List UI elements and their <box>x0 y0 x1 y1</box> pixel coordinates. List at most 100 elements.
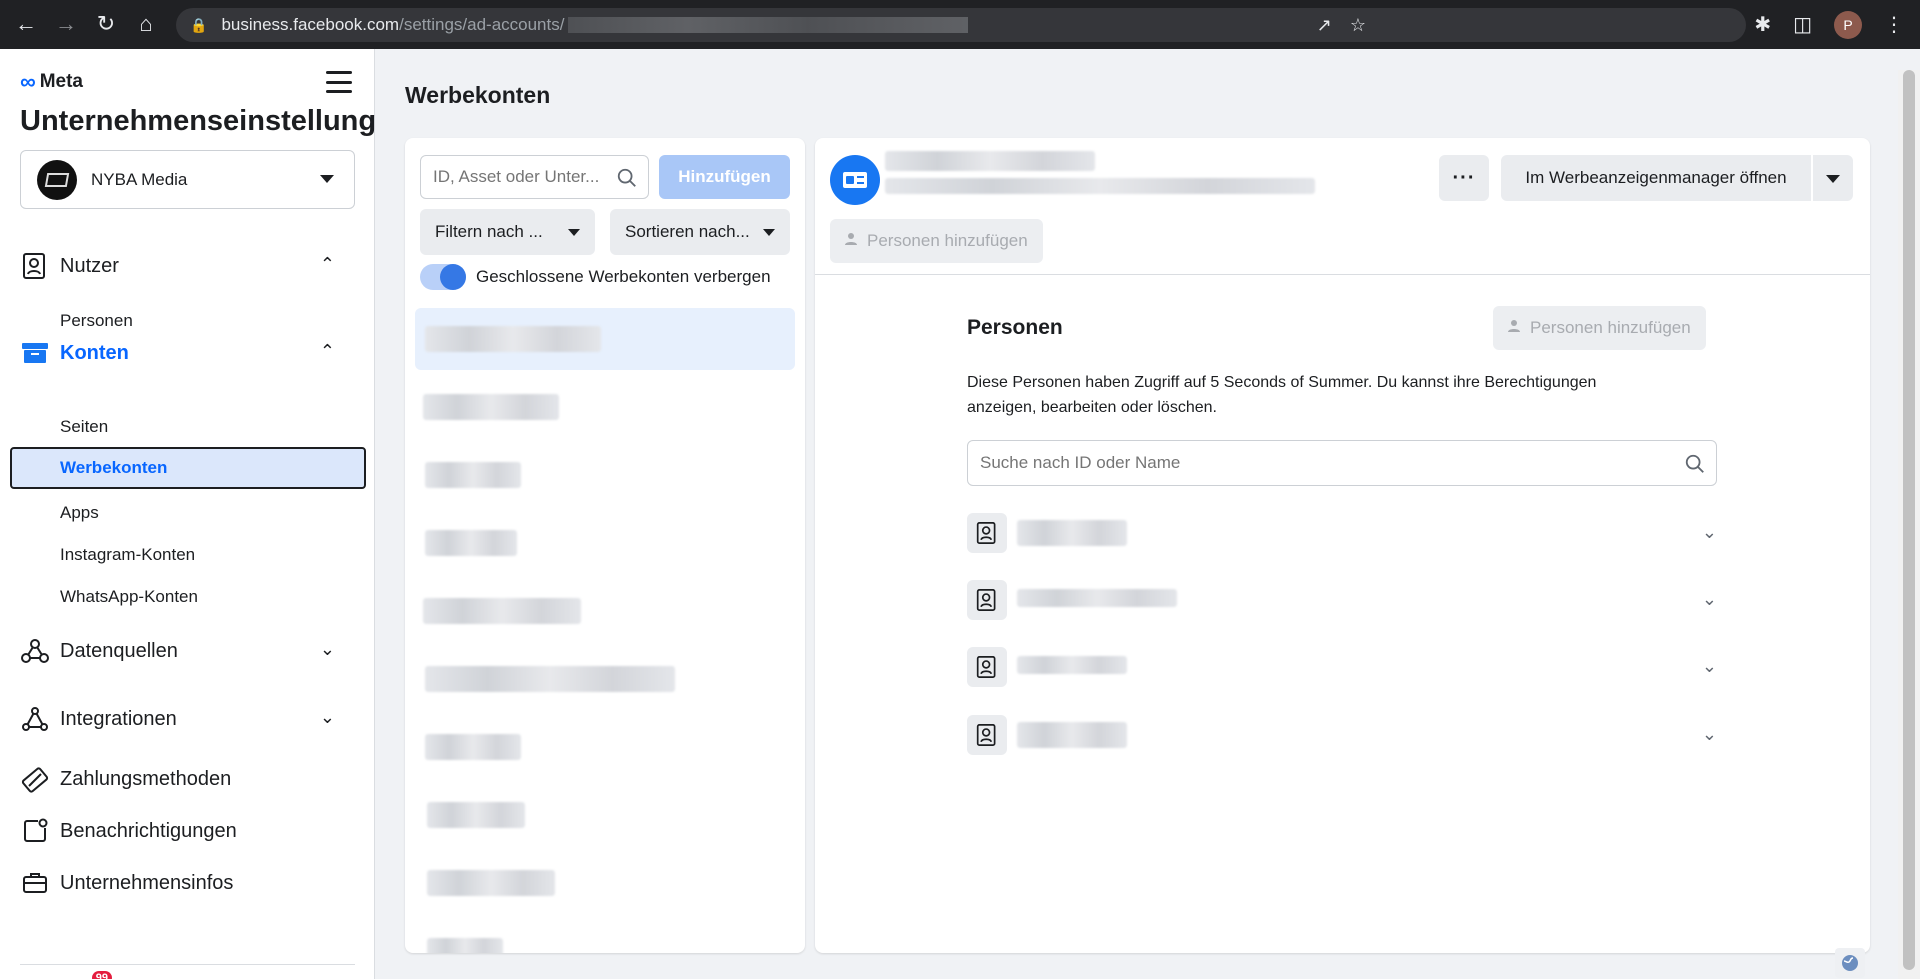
asset-search-input[interactable] <box>433 167 608 187</box>
integrations-icon <box>20 704 50 734</box>
nav-group-label: Datenquellen <box>60 639 178 662</box>
back-icon[interactable]: ← <box>6 4 46 44</box>
chevron-down-icon[interactable]: ⌄ <box>1702 522 1717 543</box>
sidebar-item-werbekonten[interactable]: Werbekonten <box>10 447 366 489</box>
hamburger-menu-icon[interactable] <box>326 71 352 93</box>
ad-account-detail-panel: ··· Im Werbeanzeigenmanager öffnen Perso… <box>815 138 1870 953</box>
add-button[interactable]: Hinzufügen <box>659 155 790 199</box>
nav-group-integrationen[interactable]: Integrationen ⌄ <box>20 699 355 739</box>
business-name: NYBA Media <box>91 169 188 189</box>
chevron-up-icon: ⌃ <box>319 341 335 361</box>
profile-avatar[interactable]: P <box>1834 10 1862 39</box>
person-row[interactable]: ⌄ <box>967 714 1717 756</box>
sidebar-item-whatsapp[interactable]: WhatsApp-Konten <box>60 587 198 607</box>
list-item[interactable] <box>415 376 795 438</box>
nav-group-datenquellen[interactable]: Datenquellen ⌄ <box>20 631 355 671</box>
nav-group-benachrichtigungen[interactable]: Benachrichtigungen <box>20 811 355 851</box>
user-badge-icon <box>967 715 1007 755</box>
address-bar[interactable]: 🔒 business.facebook.com/settings/ad-acco… <box>176 8 1746 42</box>
credit-card-icon <box>20 764 50 794</box>
nav-group-label: Konten <box>60 341 129 364</box>
list-item[interactable] <box>415 512 795 574</box>
person-row[interactable]: ⌄ <box>967 512 1717 554</box>
add-people-header-button[interactable]: Personen hinzufügen <box>830 219 1043 263</box>
chevron-down-icon: ⌄ <box>319 639 335 659</box>
side-panel-icon[interactable]: ◫ <box>1793 12 1812 37</box>
nav-group-konten[interactable]: Konten ⌃ <box>20 333 355 373</box>
business-selector[interactable]: NYBA Media <box>20 150 355 209</box>
list-item[interactable] <box>415 444 795 506</box>
chevron-up-icon: ⌃ <box>319 254 335 274</box>
user-badge-icon <box>967 580 1007 620</box>
browser-toolbar: ← → ↻ ⌂ 🔒 business.facebook.com/settings… <box>0 0 1920 49</box>
list-item[interactable] <box>415 648 795 710</box>
user-badge-icon <box>20 251 50 281</box>
page-scrollbar[interactable] <box>1898 70 1920 979</box>
dropdown-caret-icon <box>320 175 334 183</box>
data-sources-icon <box>20 636 50 666</box>
forward-icon[interactable]: → <box>46 4 86 44</box>
briefcase-icon <box>20 868 50 898</box>
sidebar-item-apps[interactable]: Apps <box>60 503 99 523</box>
chevron-down-icon[interactable]: ⌄ <box>1702 589 1717 610</box>
add-people-label: Personen hinzufügen <box>867 231 1028 250</box>
sidebar-item-personen[interactable]: Personen <box>60 311 133 331</box>
list-item[interactable] <box>415 716 795 778</box>
sidebar-divider <box>20 964 355 965</box>
nav-group-zahlungsmethoden[interactable]: Zahlungsmethoden <box>20 759 355 799</box>
chevron-down-icon[interactable]: ⌄ <box>1702 724 1717 745</box>
redacted-person-name <box>1017 722 1127 748</box>
filter-dropdown[interactable]: Filtern nach ... <box>420 209 595 255</box>
share-icon[interactable]: ↗ <box>1317 15 1332 36</box>
dropdown-caret-icon <box>568 229 580 236</box>
user-badge-icon <box>967 513 1007 553</box>
list-item[interactable] <box>415 920 795 953</box>
scrollbar-thumb[interactable] <box>1903 70 1915 970</box>
open-in-ads-manager-button[interactable]: Im Werbeanzeigenmanager öffnen <box>1501 155 1811 201</box>
nav-group-label: Unternehmensinfos <box>60 871 234 894</box>
hide-closed-toggle[interactable] <box>420 264 466 290</box>
ad-account-list-panel: Hinzufügen Filtern nach ... Sortieren na… <box>405 138 805 953</box>
redacted-person-name <box>1017 656 1127 674</box>
section-title: Personen <box>967 316 1063 339</box>
list-item[interactable] <box>415 852 795 914</box>
section-description: Diese Personen haben Zugriff auf 5 Secon… <box>967 374 1597 416</box>
sidebar-item-seiten[interactable]: Seiten <box>60 417 108 437</box>
sort-label: Sortieren nach... <box>625 222 750 241</box>
url-text: business.facebook.com/settings/ad-accoun… <box>221 15 565 34</box>
menu-dots-icon[interactable]: ⋮ <box>1884 12 1904 37</box>
more-options-button[interactable]: ··· <box>1439 155 1489 201</box>
asset-search-field[interactable] <box>420 155 649 199</box>
redacted-account-id <box>885 178 1315 194</box>
chevron-down-icon[interactable]: ⌄ <box>1702 656 1717 677</box>
list-item[interactable] <box>415 784 795 846</box>
settings-title: Unternehmenseinstellungen <box>20 105 375 137</box>
add-people-button[interactable]: Personen hinzufügen <box>1493 306 1706 350</box>
nav-group-nutzer[interactable]: Nutzer ⌃ <box>20 246 355 286</box>
nav-group-label: Zahlungsmethoden <box>60 767 232 790</box>
meta-logo[interactable]: ∞ Meta <box>20 69 83 95</box>
extensions-icon[interactable]: ✱ <box>1754 12 1771 37</box>
ad-account-icon <box>830 155 880 205</box>
person-row[interactable]: ⌄ <box>967 646 1717 688</box>
add-people-label: Personen hinzufügen <box>1530 318 1691 337</box>
person-search-field[interactable] <box>967 440 1717 486</box>
nav-group-unternehmensinfos[interactable]: Unternehmensinfos <box>20 863 355 903</box>
list-item[interactable] <box>415 580 795 642</box>
person-search-input[interactable] <box>980 453 1660 473</box>
business-avatar <box>37 159 77 200</box>
person-row[interactable]: ⌄ <box>967 579 1717 621</box>
sort-dropdown[interactable]: Sortieren nach... <box>610 209 790 255</box>
home-icon[interactable]: ⌂ <box>126 4 166 44</box>
reload-icon[interactable]: ↻ <box>86 4 126 44</box>
list-item[interactable] <box>415 308 795 370</box>
archive-box-icon <box>20 338 50 368</box>
open-options-dropdown[interactable] <box>1813 155 1853 201</box>
lock-icon: 🔒 <box>190 16 208 33</box>
hide-closed-toggle-row: Geschlossene Werbekonten verbergen <box>420 264 771 290</box>
add-person-icon <box>1508 318 1522 338</box>
bookmark-star-icon[interactable]: ☆ <box>1350 15 1366 36</box>
globe-icon[interactable] <box>1835 948 1865 978</box>
sidebar-item-instagram[interactable]: Instagram-Konten <box>60 545 195 565</box>
redacted-account-name <box>885 151 1095 171</box>
